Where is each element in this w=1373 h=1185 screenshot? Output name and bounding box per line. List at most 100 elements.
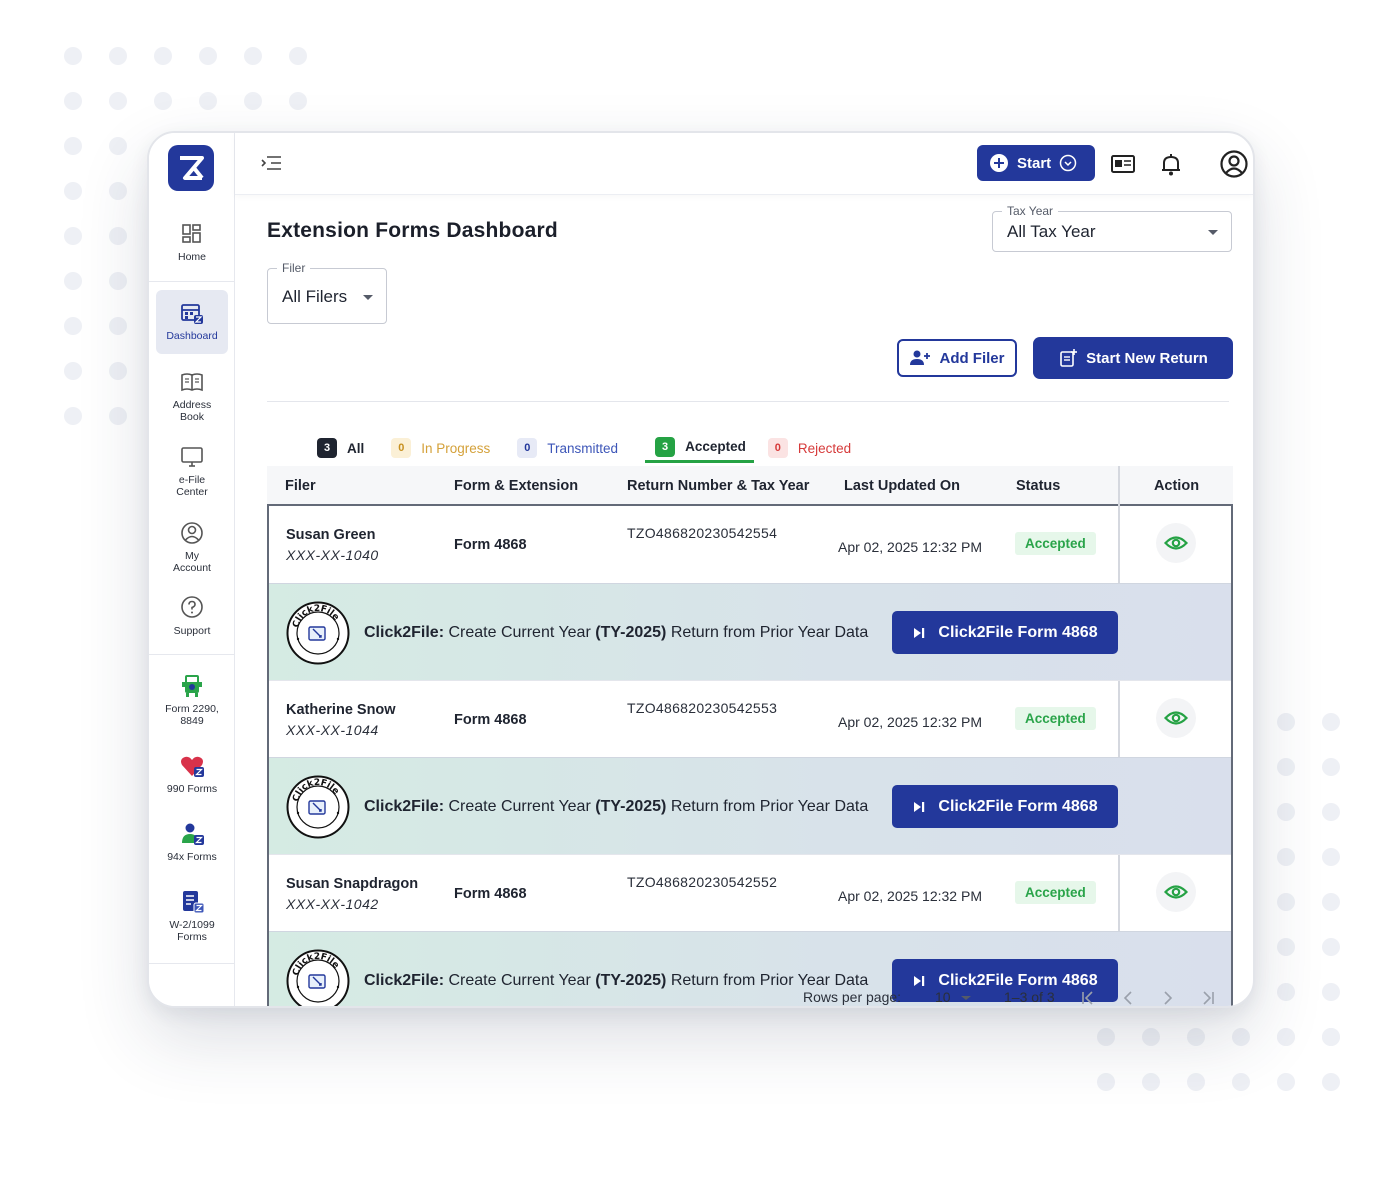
table-row[interactable]: Susan Snapdragon XXX-XX-1042 Form 4868 T… xyxy=(269,854,1231,932)
status-tabs: 3 All 0 In Progress 0 Transmitted 3 Acce… xyxy=(317,433,878,467)
add-filer-label: Add Filer xyxy=(939,349,1005,367)
skip-next-icon xyxy=(914,975,925,986)
filer-name: Susan Green xyxy=(286,527,376,543)
first-page-icon[interactable] xyxy=(1077,987,1099,1008)
monitor-icon xyxy=(181,447,203,467)
table-row[interactable]: Susan Green XXX-XX-1040 Form 4868 TZO486… xyxy=(269,506,1231,583)
pagination-range: 1–3 of 3 xyxy=(1004,989,1055,1005)
form-name: Form 4868 xyxy=(454,712,527,728)
click2file-button[interactable]: Click2File Form 4868 xyxy=(892,785,1118,828)
start-new-return-button[interactable]: Start New Return xyxy=(1033,337,1233,379)
main-content: Extension Forms Dashboard Tax Year All T… xyxy=(235,195,1253,1006)
view-button[interactable] xyxy=(1156,523,1196,563)
sidebar-item-label: My xyxy=(185,550,199,562)
skip-next-icon xyxy=(914,801,925,812)
decorative-dots-left xyxy=(64,137,154,452)
home-grid-icon xyxy=(182,224,201,243)
menu-toggle-icon[interactable] xyxy=(261,154,283,172)
click2file-banner: Click2File Click2File: Create Current Ye… xyxy=(269,583,1231,680)
last-page-icon[interactable] xyxy=(1197,987,1219,1008)
add-filer-button[interactable]: Add Filer xyxy=(897,339,1017,377)
profile-icon[interactable] xyxy=(1219,149,1249,179)
table-header: Filer Form & Extension Return Number & T… xyxy=(267,466,1233,506)
chevron-down-circle-icon xyxy=(1059,154,1077,172)
tab-transmitted[interactable]: 0 Transmitted xyxy=(517,433,631,463)
new-document-icon xyxy=(1060,349,1078,367)
filer-name: Katherine Snow xyxy=(286,702,396,718)
tab-accepted[interactable]: 3 Accepted xyxy=(645,433,754,463)
rows-per-page-value: 10 xyxy=(935,989,951,1005)
sidebar: Home Dashboard Address Book e-File Cente… xyxy=(149,133,235,1006)
sidebar-item-label: Form 2290, xyxy=(165,703,219,715)
column-header-last-updated[interactable]: Last Updated On xyxy=(844,478,960,494)
decorative-dots-bottom xyxy=(1097,1028,1367,1118)
sidebar-item-my-account[interactable]: My Account xyxy=(149,520,235,574)
column-header-action: Action xyxy=(1118,466,1233,506)
topbar: Start xyxy=(235,133,1253,195)
sidebar-item-label: Account xyxy=(173,562,211,574)
truck-icon xyxy=(182,675,202,697)
filer-name: Susan Snapdragon xyxy=(286,876,419,892)
click2file-seal-icon: Click2File xyxy=(286,601,350,665)
click2file-button[interactable]: Click2File Form 4868 xyxy=(892,611,1118,654)
tab-all[interactable]: 3 All xyxy=(317,433,377,463)
sidebar-item-label: 8849 xyxy=(180,715,204,727)
sidebar-item-label: Address xyxy=(172,399,212,411)
rows-per-page-label: Rows per page: xyxy=(803,989,902,1005)
heart-icon xyxy=(181,756,204,777)
tab-count: 3 xyxy=(317,438,337,458)
column-header-return-number[interactable]: Return Number & Tax Year xyxy=(627,478,809,494)
rows-per-page-select[interactable]: 10 xyxy=(935,989,972,1005)
tab-count: 0 xyxy=(767,438,788,458)
sidebar-item-home[interactable]: Home xyxy=(149,221,235,263)
sidebar-item-w2-1099-forms[interactable]: W-2/1099 Forms xyxy=(149,889,235,943)
tax-year-legend: Tax Year xyxy=(1002,204,1059,218)
sidebar-item-990-forms[interactable]: 990 Forms xyxy=(149,753,235,795)
sidebar-divider xyxy=(149,281,235,282)
sidebar-item-efile-center[interactable]: e-File Center xyxy=(149,444,235,498)
filer-ssn: XXX-XX-1040 xyxy=(286,547,379,563)
next-page-icon[interactable] xyxy=(1157,987,1179,1008)
sidebar-item-label: Home xyxy=(177,251,206,263)
sidebar-divider xyxy=(149,654,235,655)
app-logo[interactable] xyxy=(168,145,214,191)
column-header-filer[interactable]: Filer xyxy=(285,478,316,494)
id-card-icon[interactable] xyxy=(1109,150,1137,178)
sidebar-item-form-2290[interactable]: Form 2290, 8849 xyxy=(149,673,235,727)
pagination: Rows per page: 10 1–3 of 3 xyxy=(235,987,1253,1008)
decorative-dots-right xyxy=(1277,713,1367,1073)
column-header-status[interactable]: Status xyxy=(1016,478,1060,494)
tab-rejected[interactable]: 0 Rejected xyxy=(767,433,864,463)
filer-ssn: XXX-XX-1044 xyxy=(286,722,379,738)
column-header-form[interactable]: Form & Extension xyxy=(454,478,578,494)
action-cell xyxy=(1118,506,1233,583)
filer-ssn: XXX-XX-1042 xyxy=(286,896,379,912)
eye-icon xyxy=(1164,885,1188,899)
last-updated: Apr 02, 2025 12:32 PM xyxy=(838,888,982,904)
sidebar-item-address-book[interactable]: Address Book xyxy=(149,369,235,423)
eye-icon xyxy=(1164,711,1188,725)
sidebar-item-dashboard[interactable]: Dashboard xyxy=(156,290,228,354)
add-user-icon xyxy=(910,350,931,365)
view-button[interactable] xyxy=(1156,872,1196,912)
view-button[interactable] xyxy=(1156,698,1196,738)
table-row[interactable]: Katherine Snow XXX-XX-1044 Form 4868 TZO… xyxy=(269,680,1231,758)
app-window: Home Dashboard Address Book e-File Cente… xyxy=(147,131,1255,1008)
sidebar-divider xyxy=(149,963,235,964)
previous-page-icon[interactable] xyxy=(1117,987,1139,1008)
start-button[interactable]: Start xyxy=(977,145,1095,181)
document-icon xyxy=(183,891,205,914)
tab-in-progress[interactable]: 0 In Progress xyxy=(391,433,503,463)
filer-select[interactable]: Filer All Filers xyxy=(267,261,387,324)
sidebar-item-94x-forms[interactable]: 94x Forms xyxy=(149,821,235,863)
tax-year-select[interactable]: Tax Year All Tax Year xyxy=(992,204,1232,252)
user-circle-icon xyxy=(181,522,203,544)
dropdown-caret-icon xyxy=(363,295,373,300)
sidebar-item-label: Dashboard xyxy=(166,330,218,342)
question-circle-icon xyxy=(181,596,203,618)
sidebar-item-support[interactable]: Support xyxy=(149,595,235,637)
bell-icon[interactable] xyxy=(1157,150,1185,178)
plus-circle-icon xyxy=(990,154,1008,172)
click2file-text: Click2File: Create Current Year (TY-2025… xyxy=(364,624,869,641)
divider xyxy=(267,401,1229,402)
